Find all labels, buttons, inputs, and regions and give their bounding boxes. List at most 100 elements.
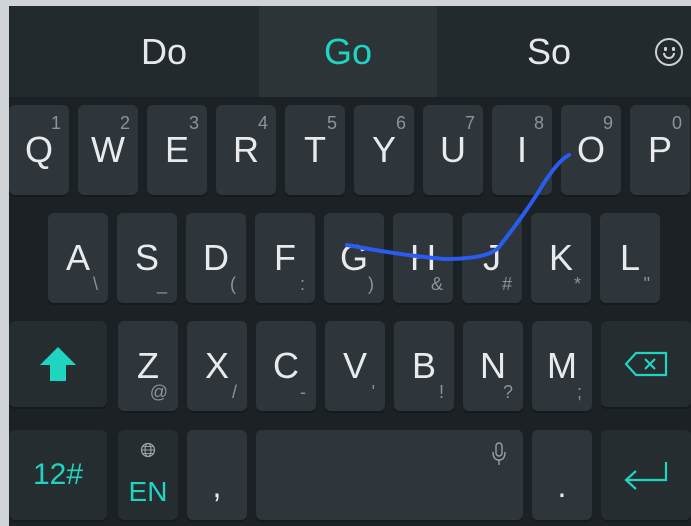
key-b[interactable]: B! <box>394 321 454 411</box>
key-symbol-hint: * <box>573 274 581 294</box>
key-letter: V <box>342 345 367 386</box>
key-j[interactable]: J # <box>462 213 522 303</box>
key-number-hint: 0 <box>671 113 682 133</box>
enter-key[interactable] <box>601 430 691 520</box>
key-letter: B <box>411 345 436 386</box>
key-letter: Q <box>24 129 53 170</box>
key-m[interactable]: M; <box>532 321 592 411</box>
key-number-hint: 8 <box>533 113 544 133</box>
key-letter: O <box>576 129 605 170</box>
key-letter: K <box>548 237 573 278</box>
key-symbol-hint: ? <box>502 382 513 402</box>
key-i[interactable]: I8 <box>492 105 552 195</box>
key-letter: H <box>410 237 436 278</box>
key-number-hint: 7 <box>464 113 475 133</box>
symbols-label: 12# <box>32 458 84 491</box>
key-letter: J <box>483 237 501 278</box>
left-edge <box>0 0 9 526</box>
key-number-hint: 2 <box>119 113 130 133</box>
shift-key[interactable] <box>9 321 107 407</box>
backspace-icon <box>624 351 668 377</box>
key-e[interactable]: E3 <box>147 105 207 195</box>
comma-key[interactable]: , <box>187 430 247 520</box>
key-symbol-hint: # <box>501 274 512 294</box>
key-number-hint: 4 <box>257 113 268 133</box>
key-symbol-hint: ; <box>576 382 582 402</box>
key-number-hint: 3 <box>188 113 199 133</box>
key-letter: M <box>547 345 577 386</box>
key-number-hint: 1 <box>50 113 61 133</box>
period-label: . <box>557 468 567 504</box>
key-symbol-hint: \ <box>92 274 98 294</box>
backspace-key[interactable] <box>601 321 691 407</box>
key-symbol-hint: & <box>430 274 443 294</box>
key-letter: S <box>134 237 159 278</box>
key-symbol-hint: ( <box>230 274 236 294</box>
key-f[interactable]: F: <box>255 213 315 303</box>
key-number-hint: 5 <box>326 113 337 133</box>
key-c[interactable]: C- <box>256 321 316 411</box>
key-letter: C <box>273 345 299 386</box>
microphone-icon <box>492 442 506 465</box>
key-symbol-hint: ) <box>368 274 374 294</box>
key-h[interactable]: H & <box>393 213 453 303</box>
keyboard: Q1W2E3R4T5Y6U7I8O9P0 A \ S _ D(F: G) H & J # K * L " … <box>9 97 691 526</box>
key-t[interactable]: T5 <box>285 105 345 195</box>
key-symbol-hint: - <box>300 382 306 402</box>
key-symbol-hint: @ <box>149 382 168 402</box>
key-l[interactable]: L " <box>600 213 660 303</box>
key-s[interactable]: S _ <box>117 213 177 303</box>
key-number-hint: 9 <box>602 113 613 133</box>
key-o[interactable]: O9 <box>561 105 621 195</box>
comma-label: , <box>212 468 222 504</box>
key-letter: G <box>339 237 368 278</box>
suggestion-right[interactable]: So <box>449 6 649 97</box>
key-number-hint: 6 <box>395 113 406 133</box>
key-letter: Z <box>137 345 159 386</box>
enter-icon <box>624 462 668 490</box>
key-q[interactable]: Q1 <box>9 105 69 195</box>
globe-icon <box>140 442 156 458</box>
key-letter: Y <box>371 129 396 170</box>
key-letter: F <box>274 237 296 278</box>
suggestion-bar: Do Go So <box>9 6 691 97</box>
key-symbol-hint: " <box>643 274 650 294</box>
key-symbol-hint: ' <box>371 382 375 402</box>
key-letter: P <box>647 129 672 170</box>
key-letter: N <box>480 345 506 386</box>
key-u[interactable]: U7 <box>423 105 483 195</box>
key-letter: U <box>440 129 466 170</box>
key-r[interactable]: R4 <box>216 105 276 195</box>
key-y[interactable]: Y6 <box>354 105 414 195</box>
suggestion-center[interactable]: Go <box>259 6 437 97</box>
key-k[interactable]: K * <box>531 213 591 303</box>
key-letter: L <box>619 237 641 278</box>
key-letter: D <box>203 237 229 278</box>
key-n[interactable]: N? <box>463 321 523 411</box>
period-key[interactable]: . <box>532 430 592 520</box>
key-letter: T <box>304 129 326 170</box>
key-z[interactable]: Z @ <box>118 321 178 411</box>
suggestion-left[interactable]: Do <box>69 6 259 97</box>
space-key[interactable] <box>256 430 523 520</box>
language-label: EN <box>128 476 168 507</box>
key-letter: R <box>233 129 259 170</box>
symbols-key[interactable]: 12# <box>9 430 107 520</box>
key-a[interactable]: A \ <box>48 213 108 303</box>
key-symbol-hint: ! <box>438 382 444 402</box>
key-letter: I <box>516 129 527 170</box>
key-symbol-hint: _ <box>156 274 167 294</box>
key-symbol-hint: / <box>231 382 237 402</box>
key-letter: X <box>204 345 229 386</box>
key-p[interactable]: P0 <box>630 105 690 195</box>
key-d[interactable]: D( <box>186 213 246 303</box>
key-letter: W <box>91 129 125 170</box>
emoji-icon[interactable] <box>655 38 683 66</box>
key-g[interactable]: G) <box>324 213 384 303</box>
key-x[interactable]: X / <box>187 321 247 411</box>
shift-icon <box>40 347 76 381</box>
key-v[interactable]: V ' <box>325 321 385 411</box>
key-w[interactable]: W2 <box>78 105 138 195</box>
language-key[interactable]: EN <box>118 430 178 520</box>
key-symbol-hint: : <box>299 274 305 294</box>
